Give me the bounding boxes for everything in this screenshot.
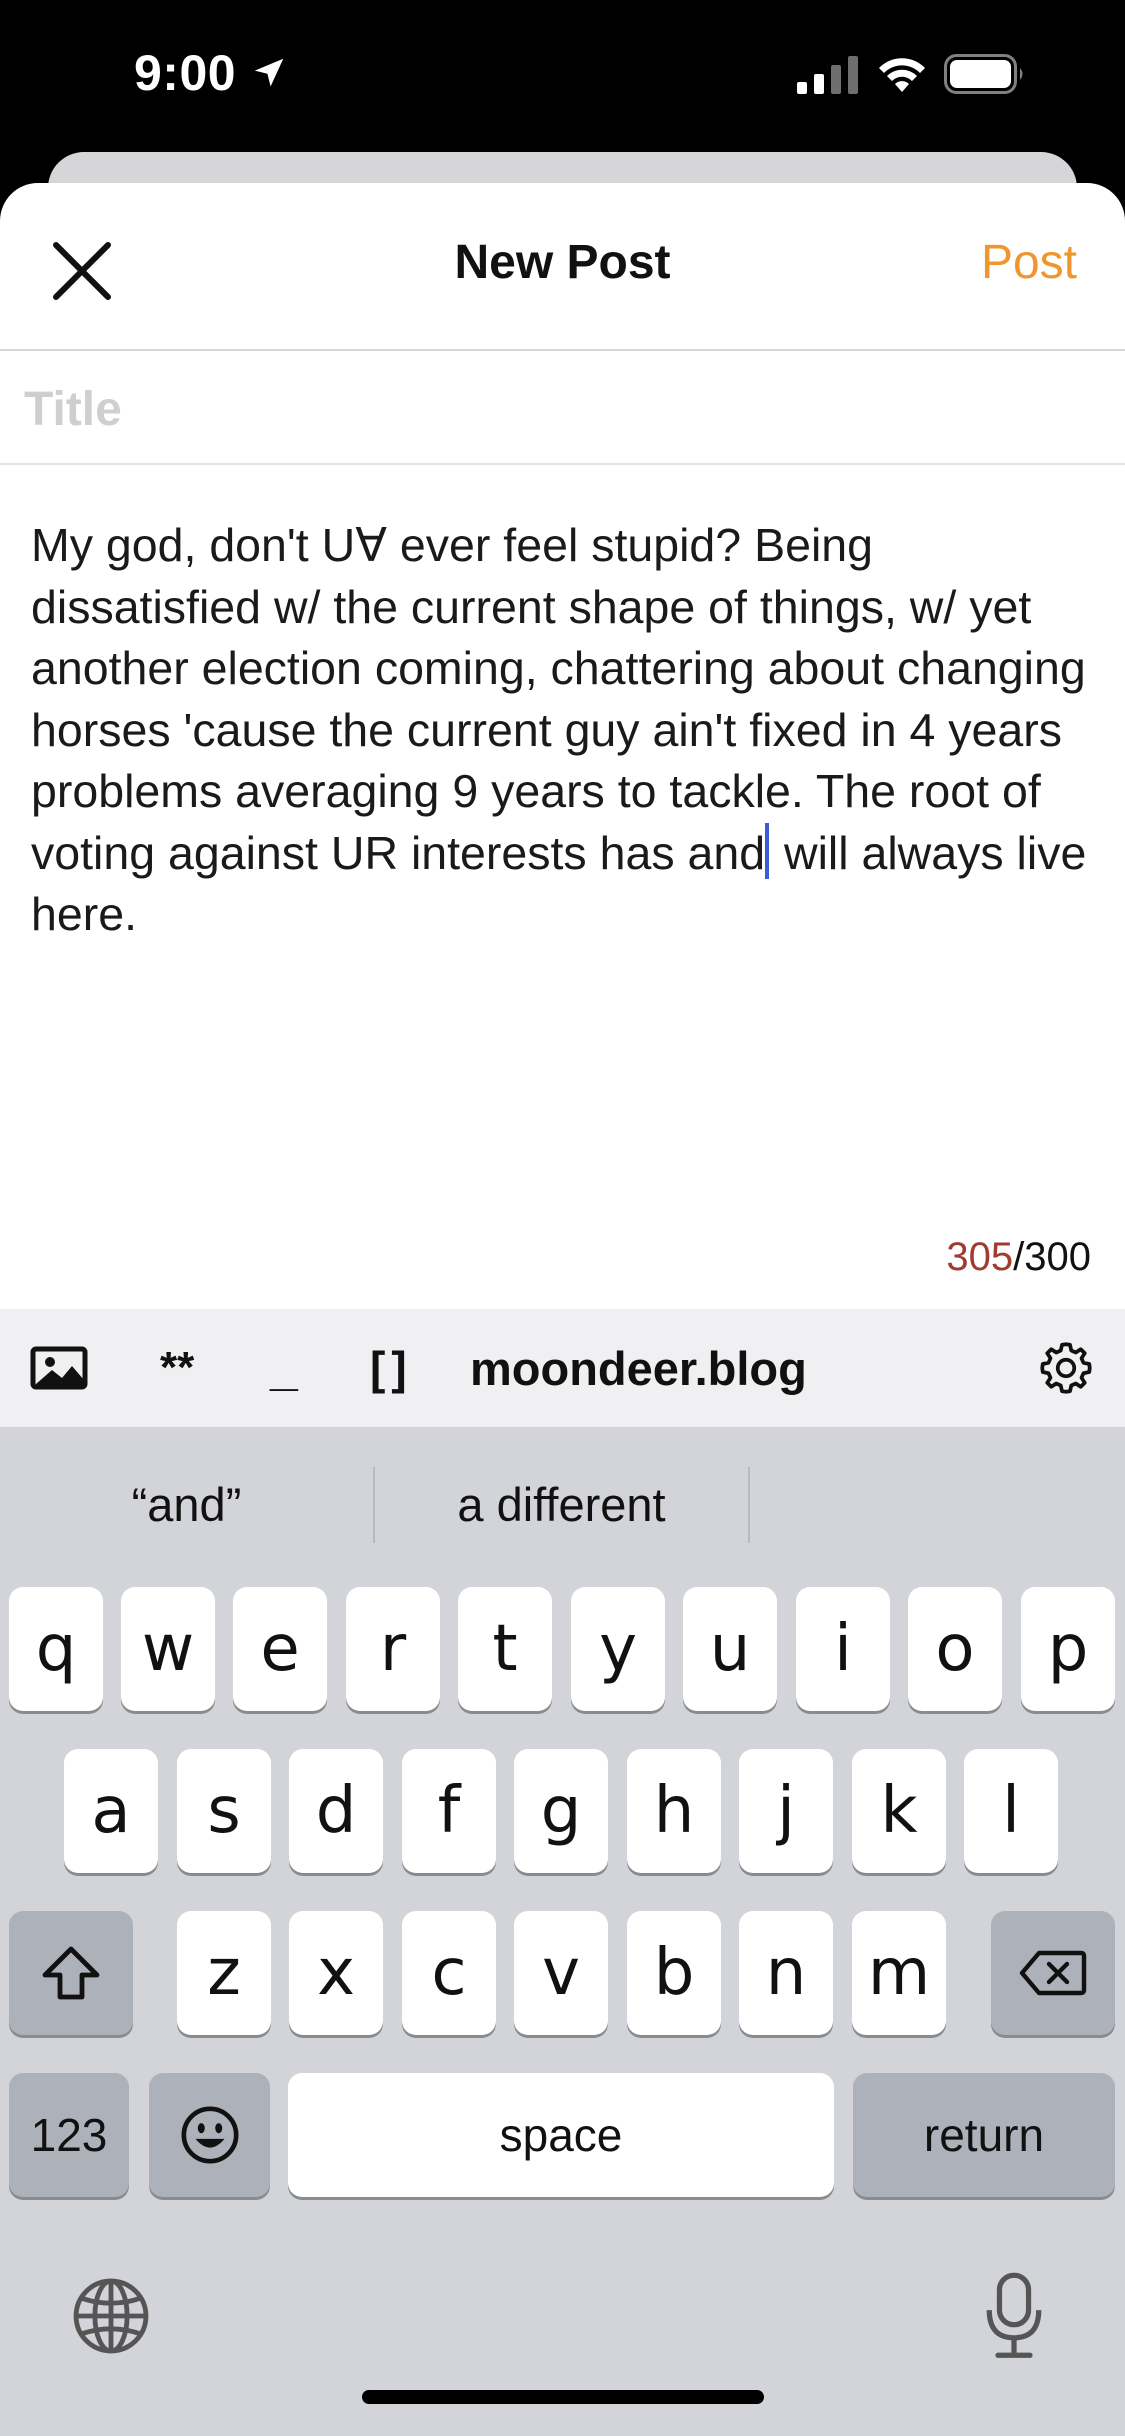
key-u[interactable]: u (683, 1587, 777, 1711)
backspace-icon (1019, 1950, 1087, 1996)
gear-icon (1040, 1342, 1092, 1394)
key-i[interactable]: i (796, 1587, 890, 1711)
key-w[interactable]: w (121, 1587, 215, 1711)
key-p[interactable]: p (1021, 1587, 1115, 1711)
predictive-suggestions: “and” a different (0, 1427, 1125, 1581)
return-key[interactable]: return (853, 2073, 1115, 2197)
key-f[interactable]: f (402, 1749, 496, 1873)
emoji-icon (181, 2106, 238, 2164)
home-indicator[interactable] (362, 2390, 764, 2404)
text-cursor (765, 822, 770, 879)
key-j[interactable]: j (739, 1749, 833, 1873)
key-o[interactable]: o (908, 1587, 1002, 1711)
post-body-textarea[interactable]: My god, don't U∀ ever feel stupid? Being… (31, 515, 1111, 946)
wifi-icon (879, 58, 925, 92)
key-l[interactable]: l (964, 1749, 1058, 1873)
globe-icon[interactable] (68, 2273, 154, 2359)
page-title: New Post (454, 236, 671, 289)
navigation-bar: New Post Post (0, 183, 1125, 351)
new-post-sheet: New Post Post My god, don't U∀ ever feel… (0, 183, 1125, 1309)
link-button[interactable]: [] (370, 1309, 413, 1427)
key-s[interactable]: s (177, 1749, 271, 1873)
backspace-key[interactable] (991, 1911, 1115, 2035)
key-m[interactable]: m (852, 1911, 946, 2035)
image-icon (30, 1346, 88, 1390)
suggestion-divider (748, 1467, 750, 1543)
key-b[interactable]: b (627, 1911, 721, 2035)
title-row (0, 351, 1125, 465)
key-y[interactable]: y (571, 1587, 665, 1711)
post-button[interactable]: Post (981, 235, 1077, 290)
space-key[interactable]: space (288, 2073, 834, 2197)
counter-separator: / (1013, 1235, 1025, 1279)
key-q[interactable]: q (9, 1587, 103, 1711)
key-g[interactable]: g (514, 1749, 608, 1873)
character-counter: 305/300 (946, 1235, 1091, 1280)
keyboard: “and” a different q w e r t y u i o p a … (0, 1427, 1125, 2436)
suggestion-1[interactable]: “and” (0, 1477, 373, 1532)
title-input[interactable] (24, 379, 1084, 439)
battery-icon (944, 54, 1023, 94)
key-v[interactable]: v (514, 1911, 608, 2035)
status-time: 9:00 (134, 45, 237, 101)
key-h[interactable]: h (627, 1749, 721, 1873)
blog-selector-button[interactable]: moondeer.blog (470, 1309, 807, 1427)
settings-button[interactable] (1036, 1309, 1098, 1427)
key-x[interactable]: x (289, 1911, 383, 2035)
cellular-signal-icon (797, 56, 858, 94)
key-n[interactable]: n (739, 1911, 833, 2035)
shift-arrow-icon (42, 1946, 100, 2000)
insert-image-button[interactable] (30, 1309, 90, 1427)
key-c[interactable]: c (402, 1911, 496, 2035)
key-k[interactable]: k (852, 1749, 946, 1873)
microphone-icon[interactable] (982, 2269, 1046, 2363)
emoji-key[interactable] (149, 2073, 270, 2197)
bold-button[interactable]: ** (160, 1309, 194, 1427)
key-r[interactable]: r (346, 1587, 440, 1711)
suggestion-2[interactable]: a different (375, 1477, 748, 1532)
location-arrow-icon (254, 58, 284, 87)
key-t[interactable]: t (458, 1587, 552, 1711)
format-toolbar: ** _ [] moondeer.blog (0, 1309, 1125, 1427)
character-count: 305 (946, 1235, 1014, 1279)
key-a[interactable]: a (64, 1749, 158, 1873)
status-bar: 9:00 (0, 0, 1125, 150)
body-text-before-cursor: My god, don't U∀ ever feel stupid? Being… (31, 519, 1099, 879)
key-z[interactable]: z (177, 1911, 271, 2035)
character-limit: 300 (1024, 1235, 1091, 1279)
key-e[interactable]: e (233, 1587, 327, 1711)
shift-key[interactable] (9, 1911, 133, 2035)
key-d[interactable]: d (289, 1749, 383, 1873)
italic-button[interactable]: _ (270, 1309, 298, 1427)
numbers-key[interactable]: 123 (9, 2073, 129, 2197)
